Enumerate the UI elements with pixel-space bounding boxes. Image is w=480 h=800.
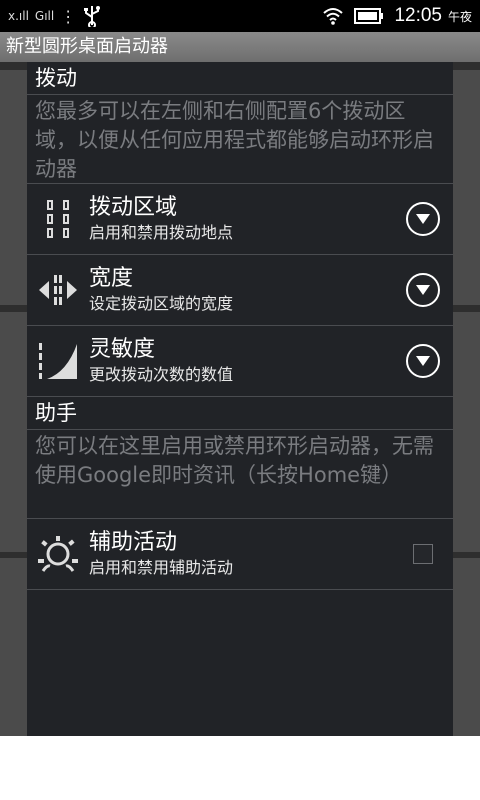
app-title: 新型圆形桌面启动器 [6, 36, 168, 57]
right-swipe-zone [453, 558, 480, 736]
status-bar: x.ıll Gıll ⋮ 12:05 午夜 [0, 0, 480, 32]
wifi-icon [323, 8, 344, 25]
left-swipe-zone [0, 70, 27, 305]
setting-title: 拨动区域 [89, 195, 178, 220]
chevron-down-icon[interactable] [406, 273, 440, 307]
setting-assist-activity[interactable]: 辅助活动 启用和禁用辅助活动 [27, 519, 453, 590]
right-swipe-zone [453, 70, 480, 305]
sensitivity-icon [27, 326, 89, 396]
signal-icon: Gıll [34, 9, 55, 23]
left-swipe-zone [0, 558, 27, 736]
battery-icon [354, 8, 384, 24]
left-swipe-zone [0, 312, 27, 552]
setting-sensitivity[interactable]: 灵敏度 更改拨动次数的数值 [27, 326, 453, 397]
assist-activity-checkbox[interactable] [413, 544, 433, 564]
signal-icon: x.ıll [8, 9, 29, 23]
settings-panel: 拨动 您最多可以在左侧和右侧配置6个拨动区域，以便从任何应用程式都能够启动环形启… [27, 62, 453, 736]
section-header-assistant: 助手 [27, 397, 453, 430]
app-title-bar: 新型圆形桌面启动器 [0, 32, 480, 62]
setting-subtitle: 启用和禁用辅助活动 [89, 558, 234, 577]
chevron-down-icon[interactable] [406, 344, 440, 378]
setting-subtitle: 启用和禁用拨动地点 [89, 223, 234, 242]
section-description-swipe: 您最多可以在左侧和右侧配置6个拨动区域，以便从任何应用程式都能够启动环形启动器 [27, 95, 453, 184]
right-swipe-zone [453, 312, 480, 552]
setting-title: 灵敏度 [89, 337, 156, 362]
section-header-swipe: 拨动 [27, 62, 453, 95]
setting-swipe-zones[interactable]: 拨动区域 启用和禁用拨动地点 [27, 184, 453, 255]
chevron-down-icon[interactable] [406, 202, 440, 236]
assist-activity-icon [27, 519, 89, 589]
more-icon: ⋮ [60, 6, 77, 26]
setting-title: 辅助活动 [89, 530, 178, 555]
clock-time: 12:05 [394, 5, 442, 26]
setting-subtitle: 设定拨动区域的宽度 [89, 294, 234, 313]
setting-title: 宽度 [89, 266, 134, 291]
setting-width[interactable]: 宽度 设定拨动区域的宽度 [27, 255, 453, 326]
clock-ampm: 午夜 [447, 9, 472, 24]
setting-subtitle: 更改拨动次数的数值 [89, 365, 234, 384]
usb-icon [84, 6, 101, 27]
swipe-zones-icon [27, 184, 89, 254]
width-icon [27, 255, 89, 325]
section-description-assistant: 您可以在这里启用或禁用环形启动器，无需使用Google即时资讯（长按Home键） [27, 430, 453, 519]
